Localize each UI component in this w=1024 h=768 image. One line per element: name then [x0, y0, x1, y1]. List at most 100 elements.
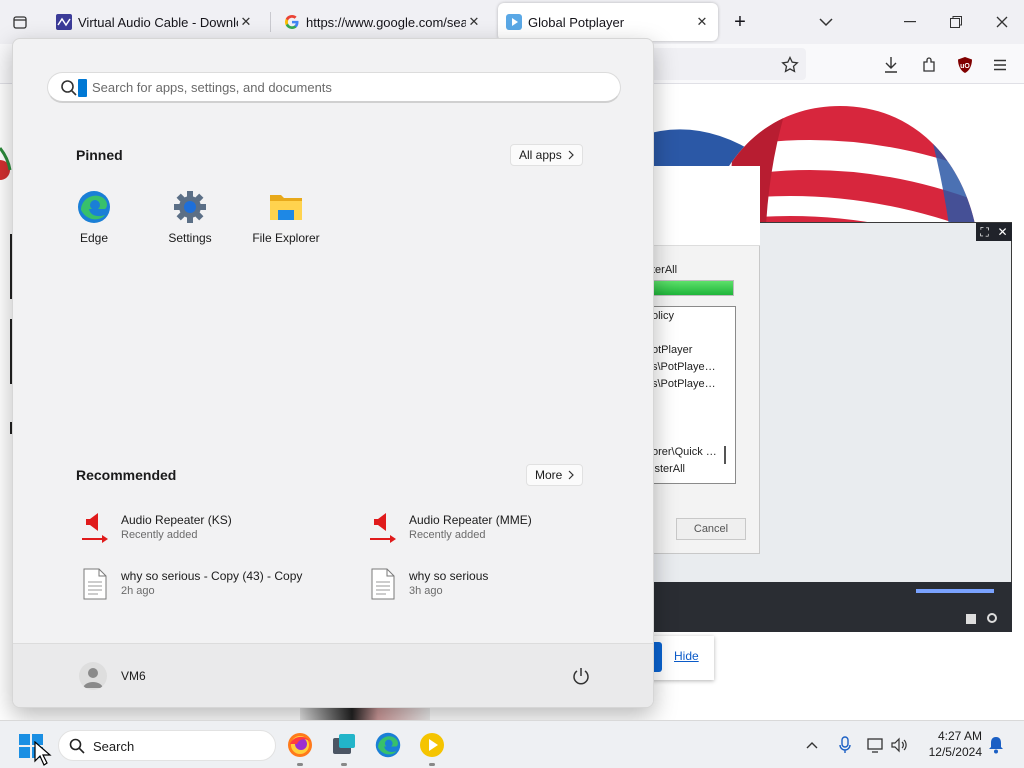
page-photo-fragment [300, 708, 430, 720]
close-window-icon[interactable] [992, 12, 1012, 32]
app-icon [333, 734, 355, 754]
pinned-app-settings[interactable]: Settings [145, 189, 235, 245]
ublock-origin-icon[interactable]: uO [954, 54, 976, 76]
start-menu-footer: VM6 [13, 643, 653, 707]
volume-icon[interactable] [890, 735, 910, 755]
recommended-subtitle: Recently added [409, 529, 486, 541]
settings-gear-icon [172, 189, 208, 225]
close-icon[interactable]: ✕ [998, 225, 1008, 239]
vac-icon [56, 14, 72, 30]
show-hidden-icons-chevron-up-icon[interactable] [802, 735, 822, 755]
taskbar-app[interactable] [328, 729, 360, 766]
audio-repeater-icon [79, 511, 111, 545]
log-scrollbar[interactable] [724, 446, 726, 464]
all-apps-button[interactable]: All apps [510, 144, 583, 166]
recommended-item[interactable]: Audio Repeater (KS) Recently added [79, 509, 349, 549]
fullscreen-icon[interactable]: ⛶ [980, 225, 988, 240]
start-menu: Search for apps, settings, and documents… [12, 38, 654, 708]
log-line: s\PotPlaye… [652, 378, 716, 390]
audio-repeater-icon [367, 511, 399, 545]
hide-link[interactable]: Hide [674, 649, 699, 663]
firefox-icon [288, 733, 312, 757]
recommended-heading: Recommended [76, 467, 177, 483]
menu-hamburger-icon[interactable] [989, 54, 1011, 76]
installer-progress-bar [650, 280, 734, 296]
recommended-item[interactable]: why so serious - Copy (43) - Copy 2h ago [79, 565, 349, 605]
restore-icon[interactable] [946, 12, 966, 32]
running-indicator [341, 763, 347, 766]
running-indicator [297, 763, 303, 766]
taskbar-firefox[interactable] [284, 729, 316, 766]
recommended-subtitle: 3h ago [409, 585, 443, 597]
close-tab-icon[interactable]: ✕ [466, 14, 482, 30]
pinned-app-label: File Explorer [252, 231, 320, 245]
log-line: otPlayer [652, 344, 693, 356]
tab-google-search[interactable]: https://www.google.com/searc ✕ [276, 3, 490, 41]
start-search-input[interactable]: Search for apps, settings, and documents [47, 72, 621, 103]
playlist-icon[interactable] [966, 614, 976, 624]
search-icon [69, 738, 85, 754]
edge-icon [76, 189, 112, 225]
potplayer-icon [506, 14, 522, 30]
settings-gear-icon[interactable] [986, 612, 998, 624]
chevron-right-icon [568, 470, 575, 480]
close-tab-icon[interactable]: ✕ [238, 14, 254, 30]
svg-text:uO: uO [960, 63, 970, 70]
log-line: s\PotPlaye… [652, 361, 716, 373]
tab-overview-icon[interactable] [10, 12, 30, 32]
network-icon[interactable] [866, 735, 886, 755]
recommended-subtitle: 2h ago [121, 585, 155, 597]
tab-title: Global Potplayer [528, 14, 625, 30]
taskbar-search-label: Search [93, 739, 135, 754]
new-tab-icon[interactable]: + [730, 11, 750, 33]
power-icon[interactable] [571, 666, 591, 686]
downloads-icon[interactable] [880, 54, 902, 76]
installer-cancel-button[interactable]: Cancel [676, 518, 746, 540]
tab-title: https://www.google.com/searc [306, 14, 466, 30]
pinned-heading: Pinned [76, 147, 123, 163]
more-button[interactable]: More [526, 464, 584, 486]
text-caret [78, 79, 87, 97]
edge-icon [375, 732, 401, 758]
pinned-app-edge[interactable]: Edge [49, 189, 139, 245]
recommended-item[interactable]: Audio Repeater (MME) Recently added [367, 509, 637, 549]
close-tab-icon[interactable]: ✕ [694, 14, 710, 30]
potplayer-icon [420, 733, 444, 757]
recommended-title: why so serious [409, 569, 489, 583]
list-all-tabs-icon[interactable] [816, 12, 836, 32]
recommended-item[interactable]: why so serious 3h ago [367, 565, 637, 605]
recommended-subtitle: Recently added [121, 529, 198, 541]
taskbar-clock[interactable]: 4:27 AM 12/5/2024 [922, 728, 982, 760]
taskbar-potplayer[interactable] [416, 729, 448, 766]
tab-title: Virtual Audio Cable - Download [78, 14, 238, 30]
google-icon [284, 14, 300, 30]
clock-date: 12/5/2024 [928, 745, 982, 759]
chevron-right-icon [568, 150, 574, 160]
user-name[interactable]: VM6 [121, 669, 146, 683]
notification-bell-icon[interactable] [986, 735, 1006, 755]
recommended-title: why so serious - Copy (43) - Copy [121, 569, 303, 583]
taskbar: Search 4:27 AM 12/5/2024 [0, 720, 1024, 768]
taskbar-search-box[interactable]: Search [58, 730, 276, 761]
volume-slider[interactable] [916, 589, 994, 593]
potplayer-titlebar-controls[interactable]: ⛶ ✕ [976, 223, 1012, 241]
tab-virtual-audio-cable[interactable]: Virtual Audio Cable - Download ✕ [48, 3, 262, 41]
minimize-icon[interactable] [900, 12, 920, 32]
pinned-app-label: Settings [168, 231, 212, 245]
tab-divider [270, 12, 271, 32]
user-avatar-icon[interactable] [79, 662, 107, 690]
installer-status-text: terAll [652, 264, 678, 276]
pinned-app-label: Edge [79, 231, 109, 245]
more-label: More [535, 468, 563, 482]
bookmark-star-icon[interactable] [779, 54, 801, 76]
running-indicator [429, 763, 435, 766]
extensions-icon[interactable] [918, 54, 940, 76]
taskbar-edge[interactable] [372, 729, 404, 761]
pinned-app-file-explorer[interactable]: File Explorer [241, 189, 331, 245]
folder-icon [268, 189, 304, 225]
recommended-title: Audio Repeater (KS) [121, 513, 232, 527]
tab-global-potplayer[interactable]: Global Potplayer ✕ [498, 3, 718, 41]
search-placeholder: Search for apps, settings, and documents [92, 80, 332, 95]
microphone-icon[interactable] [835, 735, 855, 755]
installer-header [640, 166, 760, 246]
